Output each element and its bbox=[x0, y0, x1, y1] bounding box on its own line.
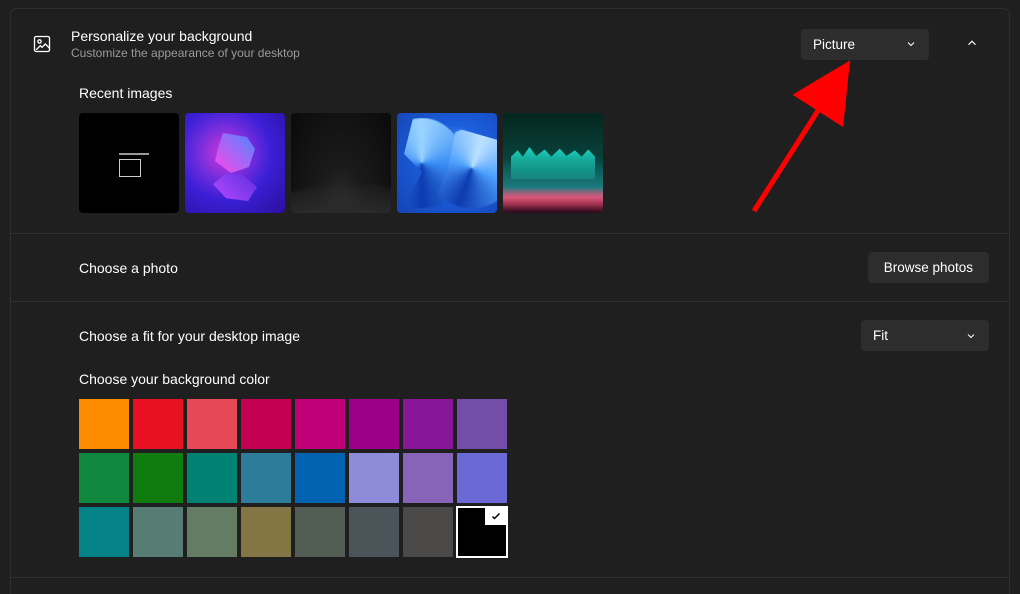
background-color-label: Choose your background color bbox=[79, 371, 989, 387]
browse-photos-button[interactable]: Browse photos bbox=[868, 252, 989, 283]
recent-images-label: Recent images bbox=[79, 85, 989, 101]
personalize-background-panel: Personalize your background Customize th… bbox=[10, 8, 1010, 594]
color-swatch[interactable] bbox=[349, 453, 399, 503]
color-swatch[interactable] bbox=[457, 399, 507, 449]
background-color-grid bbox=[79, 399, 559, 557]
background-color-section: Choose your background color bbox=[11, 361, 1009, 577]
recent-image-thumb[interactable] bbox=[397, 113, 497, 213]
color-swatch[interactable] bbox=[241, 399, 291, 449]
chevron-down-icon bbox=[965, 330, 977, 342]
choose-fit-label: Choose a fit for your desktop image bbox=[79, 328, 300, 344]
color-swatch[interactable] bbox=[133, 507, 183, 557]
background-type-dropdown[interactable]: Picture bbox=[801, 29, 929, 60]
panel-title: Personalize your background bbox=[71, 28, 300, 44]
color-swatch[interactable] bbox=[241, 507, 291, 557]
color-swatch[interactable] bbox=[79, 507, 129, 557]
recent-image-thumb[interactable] bbox=[291, 113, 391, 213]
choose-fit-row: Choose a fit for your desktop image Fit bbox=[11, 301, 1009, 361]
color-swatch[interactable] bbox=[295, 507, 345, 557]
color-swatch[interactable] bbox=[403, 399, 453, 449]
color-swatch[interactable] bbox=[187, 399, 237, 449]
recent-image-thumb[interactable] bbox=[79, 113, 179, 213]
fit-dropdown[interactable]: Fit bbox=[861, 320, 989, 351]
picture-icon bbox=[31, 33, 53, 55]
color-swatch[interactable] bbox=[403, 453, 453, 503]
fit-dropdown-value: Fit bbox=[873, 328, 888, 343]
checkmark-icon bbox=[485, 507, 507, 525]
chevron-down-icon bbox=[905, 38, 917, 50]
recent-images-list bbox=[79, 113, 989, 213]
color-swatch[interactable] bbox=[133, 399, 183, 449]
color-swatch[interactable] bbox=[241, 453, 291, 503]
color-swatch[interactable] bbox=[187, 453, 237, 503]
collapse-button[interactable] bbox=[955, 27, 989, 61]
color-swatch[interactable] bbox=[187, 507, 237, 557]
panel-header: Personalize your background Customize th… bbox=[11, 9, 1009, 79]
color-swatch[interactable] bbox=[79, 453, 129, 503]
color-swatch[interactable] bbox=[349, 399, 399, 449]
color-swatch[interactable] bbox=[457, 507, 507, 557]
color-swatch[interactable] bbox=[403, 507, 453, 557]
panel-subtitle: Customize the appearance of your desktop bbox=[71, 46, 300, 60]
background-type-value: Picture bbox=[813, 37, 855, 52]
color-swatch[interactable] bbox=[295, 399, 345, 449]
color-swatch[interactable] bbox=[295, 453, 345, 503]
color-swatch[interactable] bbox=[79, 399, 129, 449]
choose-photo-row: Choose a photo Browse photos bbox=[11, 233, 1009, 301]
choose-photo-label: Choose a photo bbox=[79, 260, 178, 276]
color-swatch[interactable] bbox=[349, 507, 399, 557]
chevron-up-icon bbox=[965, 36, 979, 53]
panel-header-text: Personalize your background Customize th… bbox=[71, 28, 300, 60]
recent-images-section: Recent images bbox=[11, 79, 1009, 233]
recent-image-thumb[interactable] bbox=[503, 113, 603, 213]
color-swatch[interactable] bbox=[133, 453, 183, 503]
recent-image-thumb[interactable] bbox=[185, 113, 285, 213]
color-swatch[interactable] bbox=[457, 453, 507, 503]
custom-colors-row: Custom colors View colors bbox=[11, 577, 1009, 594]
